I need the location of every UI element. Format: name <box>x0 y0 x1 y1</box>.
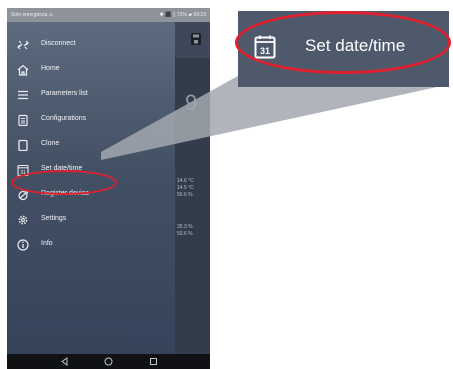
zoom-highlight-ellipse <box>235 11 451 74</box>
